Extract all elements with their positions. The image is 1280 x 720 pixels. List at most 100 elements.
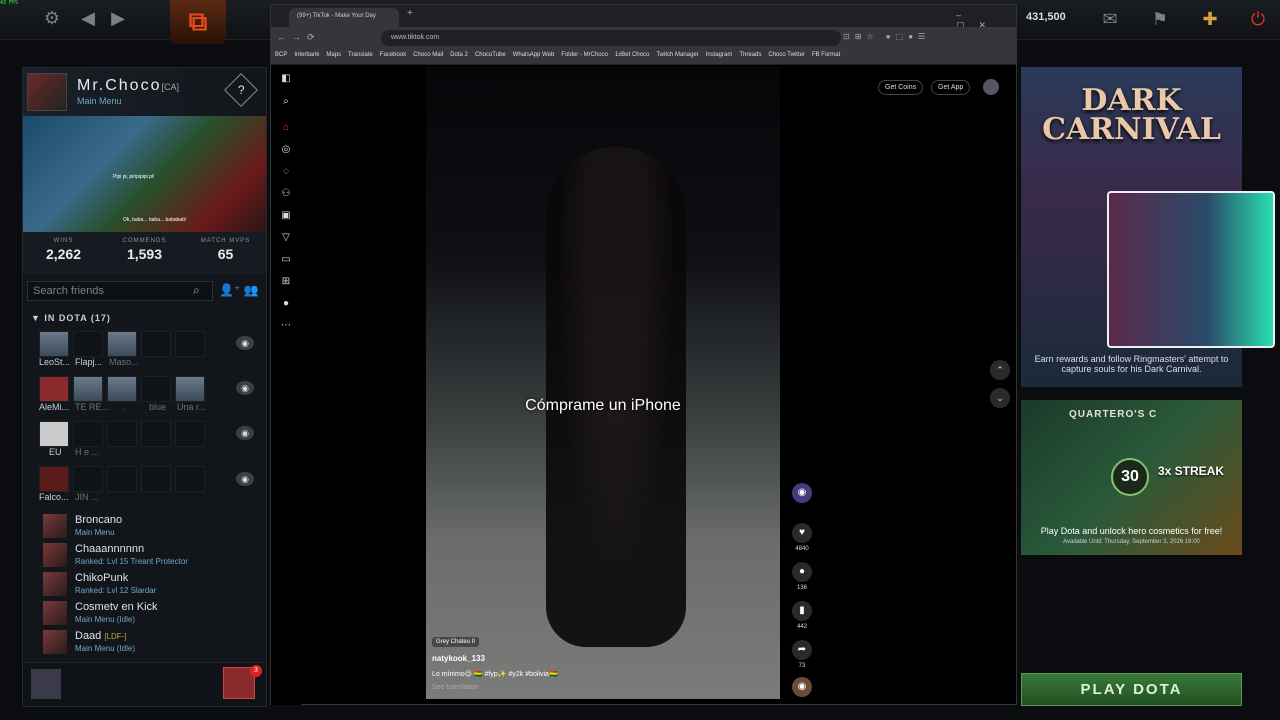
bookmark[interactable]: Facebook: [380, 52, 406, 61]
home-icon[interactable]: ⌂: [280, 122, 292, 134]
eye-icon[interactable]: ◉: [236, 472, 254, 486]
quartero-title: QUARTERO'S C: [1069, 409, 1158, 420]
quartero-description: Play Dota and unlock hero cosmetics for …: [1040, 526, 1223, 536]
bookmark[interactable]: ChocoTube: [475, 52, 506, 61]
hero-showcase[interactable]: Pipi pi, piripipipi pi! Ok, baba... baba…: [23, 116, 266, 232]
more-icon[interactable]: ⋯: [280, 320, 292, 332]
slot-label[interactable]: AleMi...: [39, 402, 69, 412]
avatar[interactable]: [27, 73, 67, 111]
save-button[interactable]: ▮ 442: [791, 601, 813, 630]
get-coins-button[interactable]: Get Coins: [878, 80, 924, 95]
bookmark[interactable]: FB Format: [812, 52, 840, 61]
profile-name[interactable]: Mr.Choco[CA]: [77, 77, 179, 95]
video-player[interactable]: Cómprame un iPhone Grey Chateu II natyko…: [426, 67, 780, 699]
add-friend-icon[interactable]: 👤⁺ 👥: [219, 283, 259, 297]
like-button[interactable]: ♥ 4840: [791, 523, 813, 552]
dota-logo-icon[interactable]: ⧉: [170, 0, 226, 44]
author-avatar[interactable]: ◉: [791, 483, 813, 503]
url-bar[interactable]: www.tiktok.com: [381, 30, 841, 46]
bookmark[interactable]: Folder - MrChoco: [561, 52, 608, 61]
profile-icon[interactable]: ●: [280, 298, 292, 310]
avatar[interactable]: [983, 79, 999, 95]
slot-label[interactable]: TE RE...: [75, 402, 109, 412]
forward-icon[interactable]: ▶: [104, 8, 132, 29]
bookmark[interactable]: Choco Mail: [413, 52, 443, 61]
chevron-down-icon[interactable]: ⌄: [990, 388, 1010, 408]
activity-icon[interactable]: ▽: [280, 232, 292, 244]
author-name[interactable]: natykook_133: [432, 654, 485, 663]
explore-icon[interactable]: ◎: [280, 144, 292, 156]
play-dota-button[interactable]: PLAY DOTA: [1021, 673, 1242, 706]
power-icon[interactable]: ⏻: [1244, 9, 1272, 30]
slot-label[interactable]: Flapj...: [75, 357, 102, 367]
nav-buttons[interactable]: ←→⟳: [277, 32, 321, 43]
bookmark[interactable]: 1xBet Choco: [615, 52, 649, 61]
messages-icon[interactable]: ▭: [280, 254, 292, 266]
slot-label[interactable]: H e ...: [75, 447, 99, 457]
eye-icon[interactable]: ◉: [236, 381, 254, 395]
comment-button[interactable]: ● 136: [791, 562, 813, 591]
profile-tag: [CA]: [161, 82, 179, 92]
list-item[interactable]: Chaaannnnnn Ranked: Lvl 15 Treant Protect…: [43, 543, 263, 571]
slot-label[interactable]: LeoSt...: [39, 357, 70, 367]
slot-label[interactable]: Una r...: [177, 402, 206, 412]
bookmark[interactable]: Dota 2: [450, 52, 468, 61]
sound-label[interactable]: Grey Chateu II: [432, 637, 480, 647]
slot-label[interactable]: EU: [49, 447, 62, 457]
search-input[interactable]: Search friends: [27, 281, 213, 301]
list-item[interactable]: Broncano Main Menu: [43, 514, 263, 542]
avatar: [43, 601, 67, 625]
avatar: [43, 630, 67, 654]
slot-label[interactable]: blue: [149, 402, 166, 412]
eye-icon[interactable]: ◉: [236, 336, 254, 350]
bookmark[interactable]: Translate: [348, 52, 373, 61]
back-icon[interactable]: ◀: [74, 8, 102, 29]
friends-icon[interactable]: ⚇: [280, 188, 292, 200]
share-button[interactable]: ➦ 73: [791, 640, 813, 669]
speech-bubble-1: Pipi pi, piripipipi pi!: [113, 174, 155, 180]
help-button[interactable]: ?: [224, 73, 258, 107]
eye-icon[interactable]: ◉: [236, 426, 254, 440]
notification-badge: 3: [250, 665, 262, 677]
see-translation-link[interactable]: See translation: [432, 684, 479, 691]
slot-label[interactable]: Falco...: [39, 492, 69, 502]
party-bar: 3: [23, 662, 266, 706]
mail-icon[interactable]: ✉: [1096, 9, 1124, 30]
bookmark[interactable]: Threads: [739, 52, 761, 61]
question-icon: ?: [237, 83, 245, 97]
bookmark[interactable]: Twitch Manager: [656, 52, 698, 61]
new-tab-icon[interactable]: +: [407, 8, 413, 19]
heart-icon: ♥: [792, 523, 812, 543]
slot-label[interactable]: Maso...: [109, 357, 139, 367]
group-in-dota[interactable]: ▼ IN DOTA (17): [31, 313, 111, 323]
bookmark[interactable]: WhatsApp Web: [513, 52, 555, 61]
upload-icon[interactable]: ⊞: [280, 276, 292, 288]
sidebar-toggle-icon[interactable]: ◧: [280, 73, 292, 85]
gear-icon[interactable]: ⚙: [38, 8, 66, 29]
list-item[interactable]: Cosmetv en Kick Main Menu (Idle): [43, 601, 263, 629]
following-icon[interactable]: ◌: [280, 166, 292, 178]
bookmark[interactable]: Choco Twitter: [768, 52, 805, 61]
chevron-up-icon[interactable]: ⌃: [990, 360, 1010, 380]
quartero-banner[interactable]: QUARTERO'S C 30 3x STREAK Play Dota and …: [1021, 400, 1242, 555]
bookmark[interactable]: Interbank: [294, 52, 319, 61]
list-item[interactable]: ChikoPunk Ranked: Lvl 12 Slardar: [43, 572, 263, 600]
music-disc[interactable]: ◉: [791, 677, 813, 697]
avatar[interactable]: [31, 669, 61, 699]
tab-tiktok[interactable]: (99+) TikTok - Make Your Day: [289, 8, 399, 27]
search-icon[interactable]: ⌕: [280, 96, 292, 108]
live-icon[interactable]: ▣: [280, 210, 292, 222]
slot-label[interactable]: .: [123, 402, 126, 412]
list-item[interactable]: Daad [LDF-] Main Menu (Idle): [43, 630, 263, 658]
search-icon[interactable]: ⌕: [193, 283, 200, 298]
bookmark[interactable]: BCP: [275, 52, 287, 61]
plus-icon[interactable]: ✚: [1196, 9, 1224, 30]
speech-bubble-2: Ok, baba... baba... bababab!: [123, 217, 187, 223]
bookmark[interactable]: Maps: [326, 52, 341, 61]
slot-label[interactable]: JIN ...: [75, 492, 99, 502]
armory-icon[interactable]: ⚑: [1146, 9, 1174, 30]
get-app-button[interactable]: Get App: [931, 80, 971, 95]
extension-icons[interactable]: ⊡⊞☆ ●⬚●☰: [843, 32, 930, 41]
bookmark[interactable]: Instagram: [706, 52, 733, 61]
shards-count: 431,500: [1026, 11, 1066, 23]
